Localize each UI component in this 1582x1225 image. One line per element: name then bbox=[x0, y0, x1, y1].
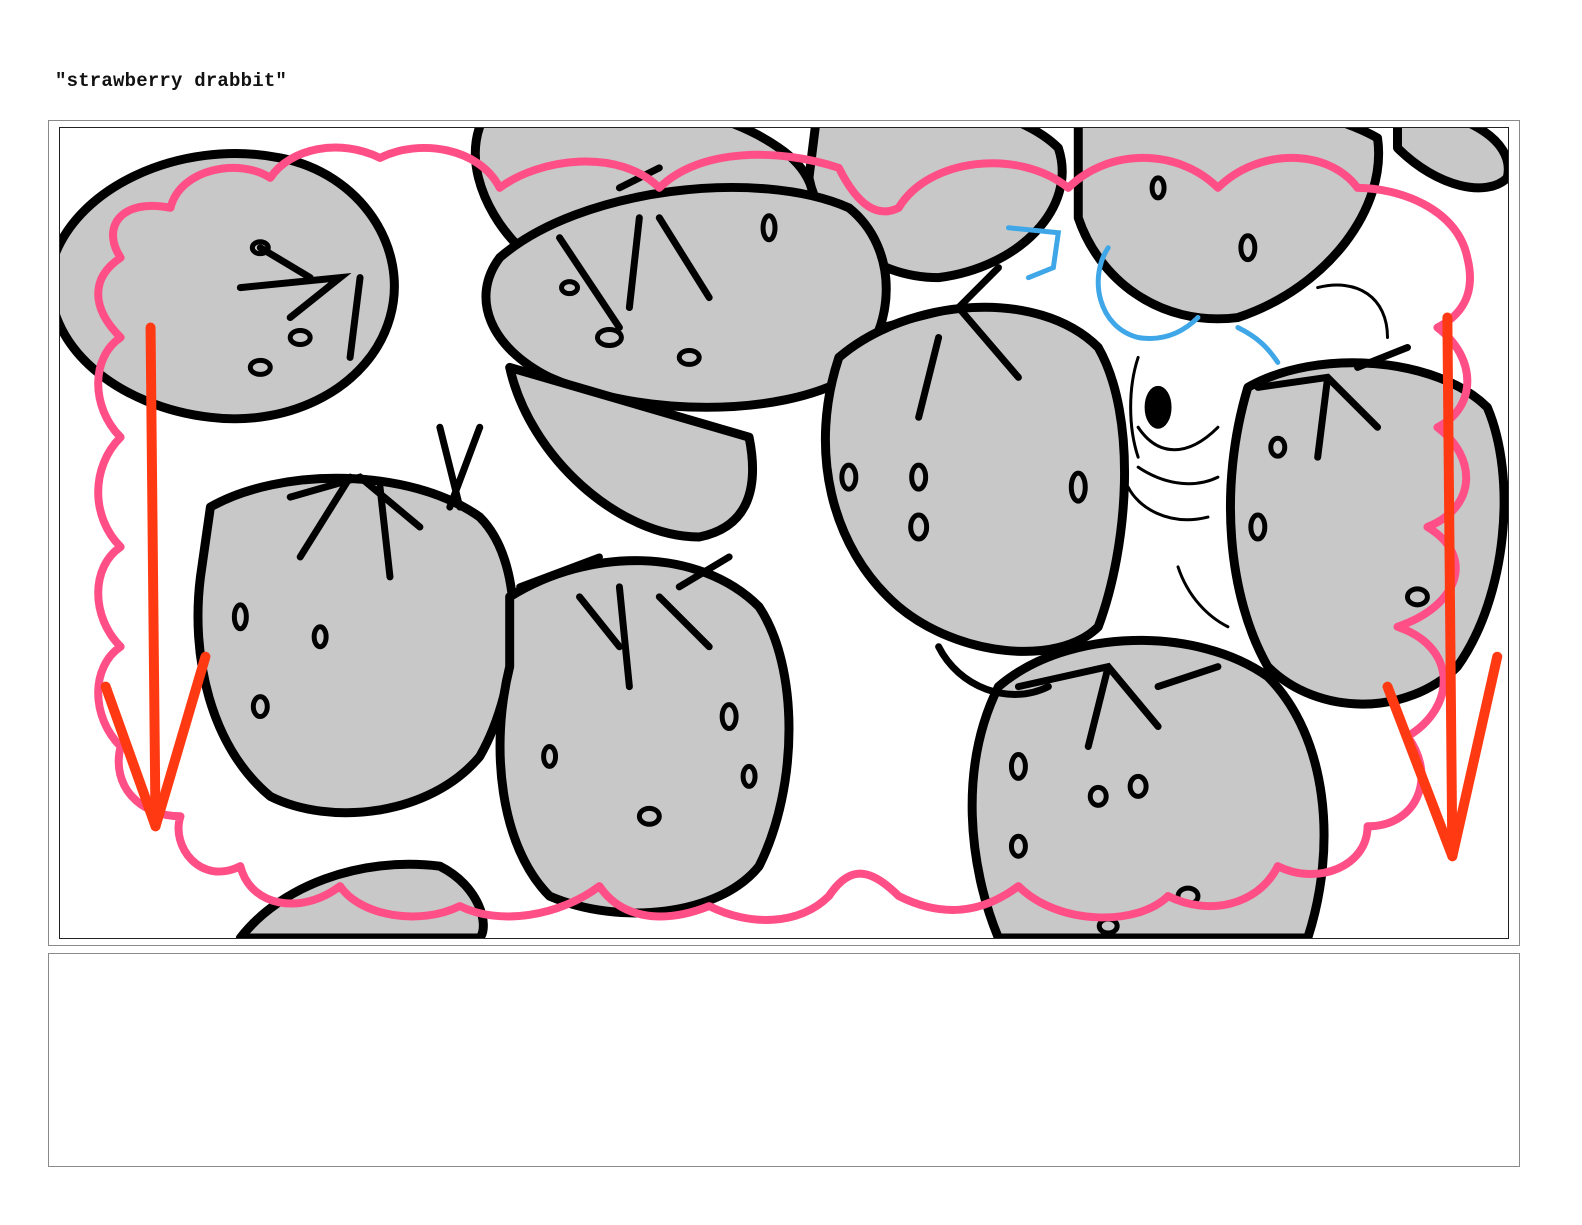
panel-notes-text bbox=[49, 954, 1519, 978]
storyboard-panel bbox=[48, 120, 1520, 946]
strawberry-cluster bbox=[60, 128, 1508, 938]
strawberry-center-lower bbox=[495, 556, 794, 918]
arrow-left-shaft bbox=[145, 322, 161, 832]
panel-notes-box bbox=[48, 953, 1520, 1167]
panel-drawing bbox=[59, 127, 1509, 939]
strawberry-center-right bbox=[820, 302, 1129, 656]
page-title: "strawberry drabbit" bbox=[55, 70, 288, 92]
arrow-right-shaft bbox=[1442, 312, 1458, 862]
strawberry-right-edge bbox=[1392, 128, 1508, 193]
strawberry-left bbox=[193, 473, 519, 818]
strawberry-top-left bbox=[60, 149, 399, 424]
strawberry-sketch-icon bbox=[60, 128, 1508, 938]
